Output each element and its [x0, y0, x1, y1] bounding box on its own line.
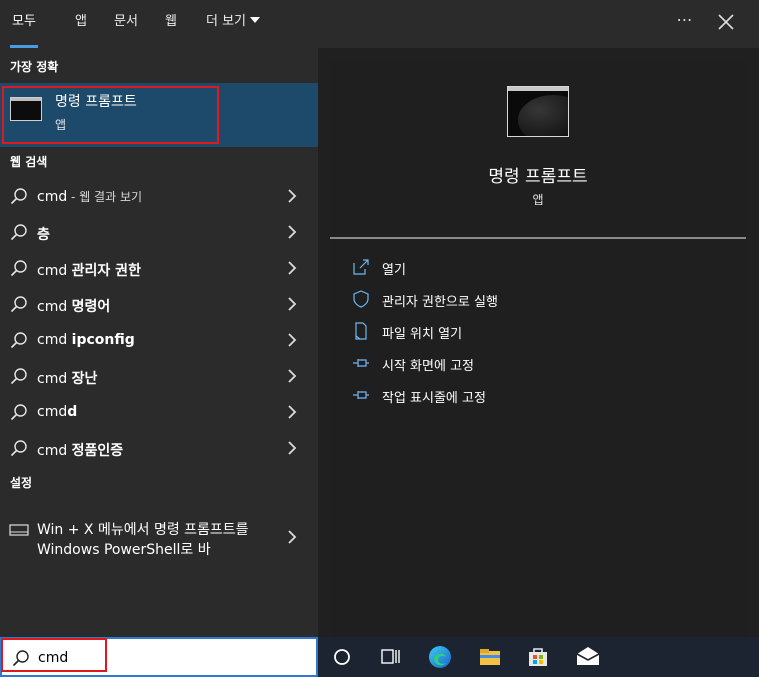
divider [330, 237, 746, 239]
annotation-highlight-box [1, 638, 107, 672]
query-suggestion: 층 [37, 227, 50, 243]
store-icon[interactable] [524, 643, 552, 671]
chevron-right-icon[interactable] [286, 369, 298, 383]
query-prefix: cmd [37, 189, 68, 205]
chevron-right-icon[interactable] [286, 441, 298, 455]
settings-header: 설정 [10, 476, 33, 490]
results-panel: 가장 정확 명령 프롬프트 앱 웹 검색 cmd - 웹 결과 보기 층 cmd 관… [0, 48, 318, 637]
query-suffix: - 웹 결과 보기 [67, 190, 143, 204]
setting-result-label: Win + X 메뉴에서 명령 프롬프트를 Windows PowerShell… [37, 522, 249, 558]
query-suggestion: 정품인증 [71, 443, 124, 459]
web-search-result-label: cmd ipconfig [37, 332, 135, 348]
file-location-icon [355, 322, 367, 340]
cortana-icon[interactable] [328, 643, 356, 671]
settings-display-icon [9, 524, 29, 536]
action-open[interactable]: 열기 [352, 256, 732, 280]
taskbar [318, 637, 759, 677]
task-view-icon[interactable] [376, 643, 404, 671]
action-open-label: 열기 [382, 263, 406, 278]
web-search-result-item[interactable]: cmd 정품인증 [0, 430, 318, 466]
query-prefix: cmd [37, 371, 72, 387]
tab-more-label: 더 보기 [206, 14, 247, 29]
setting-result-item[interactable]: Win + X 메뉴에서 명령 프롬프트를 Windows PowerShell… [0, 510, 318, 564]
file-explorer-icon[interactable] [476, 643, 504, 671]
chevron-right-icon[interactable] [286, 405, 298, 419]
best-match-header: 가장 정확 [10, 60, 59, 74]
preview-subtitle: 앱 [532, 193, 544, 207]
caret-down-icon [250, 17, 261, 23]
query-prefix: cmd [37, 263, 72, 279]
action-pin-to-start-label: 시작 화면에 고정 [382, 359, 474, 374]
web-search-result-item[interactable]: cmd 관리자 권한 [0, 250, 318, 286]
close-button[interactable] [714, 10, 738, 34]
tab-documents-label: 문서 [114, 14, 138, 29]
edge-icon[interactable] [426, 643, 454, 671]
web-search-result-label: 층 [37, 224, 50, 244]
preview-panel: 명령 프롬프트 앱 열기 관리자 권한으로 실행 파일 위치 열기 시작 화면에… [330, 60, 746, 637]
web-search-result-item[interactable]: cmd 장난 [0, 358, 318, 394]
web-search-result-label: cmdd [37, 404, 77, 420]
tab-web[interactable]: 웹 [165, 0, 177, 48]
action-run-as-admin-label: 관리자 권한으로 실행 [382, 295, 498, 310]
web-search-result-item[interactable]: cmd ipconfig [0, 322, 318, 358]
query-suggestion: 관리자 권한 [71, 263, 141, 279]
mail-icon[interactable] [574, 643, 602, 671]
search-icon [10, 404, 27, 421]
chevron-right-icon[interactable] [286, 530, 298, 544]
tab-more[interactable]: 더 보기 [206, 0, 261, 48]
web-search-result-item[interactable]: cmd 명령어 [0, 286, 318, 322]
query-prefix: cmd [37, 404, 68, 420]
command-prompt-large-icon [507, 86, 569, 137]
query-prefix: cmd [37, 332, 72, 348]
pin-icon [353, 359, 369, 367]
web-search-result-item[interactable]: cmd - 웹 결과 보기 [0, 178, 318, 214]
action-pin-to-taskbar-label: 작업 표시줄에 고정 [382, 391, 486, 406]
chevron-right-icon[interactable] [286, 297, 298, 311]
shield-icon [353, 290, 369, 308]
web-search-result-label: cmd 명령어 [37, 296, 110, 316]
action-open-file-location-label: 파일 위치 열기 [382, 327, 463, 342]
open-icon [353, 259, 369, 275]
tab-apps[interactable]: 앱 [75, 0, 87, 48]
action-run-as-admin[interactable]: 관리자 권한으로 실행 [352, 288, 732, 312]
search-icon [10, 224, 27, 241]
query-prefix: cmd [37, 299, 72, 315]
chevron-right-icon[interactable] [286, 261, 298, 275]
search-icon [10, 332, 27, 349]
tab-all-label: 모두 [12, 14, 36, 29]
chevron-right-icon[interactable] [286, 333, 298, 347]
tab-web-label: 웹 [165, 14, 177, 29]
web-search-header: 웹 검색 [10, 155, 48, 169]
search-tab-bar: 모두 앱 문서 웹 더 보기 ⋯ [0, 0, 759, 48]
web-search-result-label: cmd - 웹 결과 보기 [37, 188, 142, 205]
pin-icon [353, 391, 369, 399]
action-open-file-location[interactable]: 파일 위치 열기 [352, 320, 732, 344]
search-icon [10, 260, 27, 277]
query-suggestion: d [67, 404, 78, 420]
tab-all[interactable]: 모두 [10, 0, 38, 48]
search-icon [10, 440, 27, 457]
query-prefix: cmd [37, 443, 72, 459]
search-icon [10, 368, 27, 385]
more-options-button[interactable]: ⋯ [672, 10, 698, 34]
web-search-result-label: cmd 정품인증 [37, 440, 123, 460]
action-pin-to-taskbar[interactable]: 작업 표시줄에 고정 [352, 384, 732, 408]
annotation-highlight-box [2, 86, 219, 144]
chevron-right-icon[interactable] [286, 189, 298, 203]
web-search-result-label: cmd 장난 [37, 368, 97, 388]
action-pin-to-start[interactable]: 시작 화면에 고정 [352, 352, 732, 376]
search-icon [10, 188, 27, 205]
web-search-result-label: cmd 관리자 권한 [37, 260, 141, 280]
web-search-result-item[interactable]: 층 [0, 214, 318, 250]
query-suggestion: 장난 [71, 371, 98, 387]
query-suggestion: 명령어 [71, 299, 111, 315]
preview-title: 명령 프롬프트 [488, 167, 588, 187]
close-icon [718, 14, 734, 30]
query-suggestion: ipconfig [71, 332, 135, 348]
web-search-result-item[interactable]: cmdd [0, 394, 318, 430]
search-icon [10, 296, 27, 313]
tab-documents[interactable]: 문서 [114, 0, 138, 48]
chevron-right-icon[interactable] [286, 225, 298, 239]
tab-apps-label: 앱 [75, 14, 87, 29]
